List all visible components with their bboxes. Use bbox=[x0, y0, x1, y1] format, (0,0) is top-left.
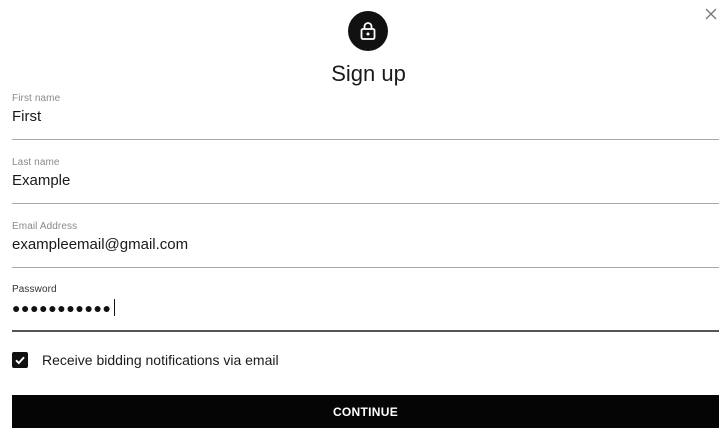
lock-icon bbox=[360, 22, 376, 40]
password-field[interactable]: Password ●●●●●●●●●●● bbox=[12, 284, 719, 332]
first-name-field[interactable]: First name First bbox=[12, 93, 719, 140]
notifications-checkbox[interactable] bbox=[12, 352, 28, 368]
close-icon bbox=[705, 8, 717, 20]
email-label: Email Address bbox=[12, 221, 78, 232]
email-field[interactable]: Email Address exampleemail@gmail.com bbox=[12, 221, 719, 268]
text-caret bbox=[113, 299, 116, 316]
check-icon bbox=[15, 356, 25, 365]
first-name-input[interactable]: First bbox=[12, 108, 41, 125]
continue-button[interactable]: CONTINUE bbox=[12, 395, 719, 428]
email-input[interactable]: exampleemail@gmail.com bbox=[12, 236, 188, 253]
page-title: Sign up bbox=[331, 61, 406, 86]
last-name-field[interactable]: Last name Example bbox=[12, 157, 719, 204]
password-input[interactable]: ●●●●●●●●●●● bbox=[12, 299, 116, 316]
signup-dialog: Sign up First name First Last name Examp… bbox=[0, 0, 719, 428]
first-name-label: First name bbox=[12, 93, 61, 104]
lock-badge bbox=[348, 11, 388, 51]
password-label: Password bbox=[12, 284, 57, 295]
password-mask: ●●●●●●●●●●● bbox=[12, 299, 112, 316]
notifications-label: Receive bidding notifications via email bbox=[42, 352, 279, 368]
close-button[interactable] bbox=[703, 6, 719, 24]
last-name-label: Last name bbox=[12, 157, 60, 168]
last-name-input[interactable]: Example bbox=[12, 172, 70, 189]
notifications-option[interactable]: Receive bidding notifications via email bbox=[12, 352, 279, 368]
